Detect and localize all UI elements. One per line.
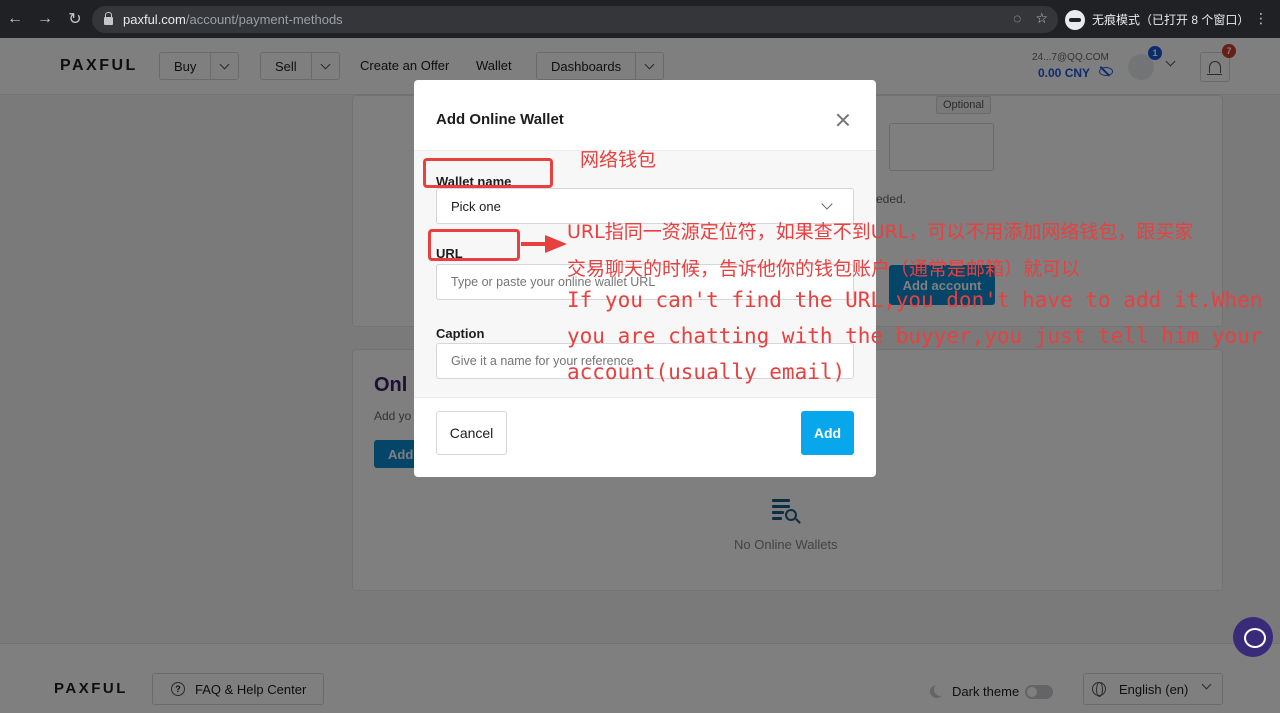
caption-label: Caption — [436, 326, 485, 341]
annotation-en-2: you are chatting with the buyyer,you jus… — [567, 324, 1263, 348]
modal-title: Add Online Wallet — [436, 111, 564, 128]
browser-toolbar: ← → ↻ paxful.com /account/payment-method… — [0, 0, 1280, 38]
chat-icon[interactable] — [1233, 617, 1273, 657]
chevron-down-icon — [821, 198, 833, 210]
annotation-url-cn-2: 交易聊天的时候，告诉他你的钱包账户（通常是邮箱）就可以 — [567, 258, 1081, 280]
url-path: /account/payment-methods — [185, 12, 343, 27]
annotation-wallet-cn: 网络钱包 — [580, 149, 657, 171]
forward-icon[interactable]: → — [30, 0, 60, 38]
incognito-indicator[interactable]: 无痕模式（已打开 8 个窗口） — [1065, 6, 1249, 33]
back-icon[interactable]: ← — [0, 0, 30, 38]
divider — [414, 397, 876, 398]
annotation-url-cn-1: URL指同一资源定位符，如果查不到URL，可以不用添加网络钱包，跟买家 — [567, 221, 1194, 243]
cancel-button[interactable]: Cancel — [436, 411, 507, 455]
eye-off-icon[interactable]: ◌ — [1013, 10, 1021, 27]
annotation-en-1: If you can't find the URL,you don't have… — [567, 288, 1263, 312]
url-highlight — [428, 229, 520, 261]
annotation-arrow-head — [545, 235, 567, 253]
add-button[interactable]: Add — [801, 411, 854, 455]
annotation-arrow — [521, 242, 547, 246]
close-icon[interactable] — [836, 113, 850, 127]
incognito-icon — [1065, 9, 1085, 30]
reload-icon[interactable]: ↻ — [60, 0, 90, 38]
incognito-label: 无痕模式（已打开 8 个窗口） — [1092, 13, 1250, 27]
url-host: paxful.com — [123, 12, 186, 27]
address-bar[interactable]: paxful.com /account/payment-methods ◌ ☆ — [92, 6, 1058, 33]
annotation-en-3: account(usually email) — [567, 360, 846, 384]
menu-icon[interactable]: ⋮ — [1254, 10, 1268, 27]
star-icon[interactable]: ☆ — [1035, 10, 1048, 27]
wallet-name-highlight — [423, 158, 553, 188]
lock-icon — [104, 12, 113, 25]
wallet-name-value: Pick one — [451, 198, 501, 214]
